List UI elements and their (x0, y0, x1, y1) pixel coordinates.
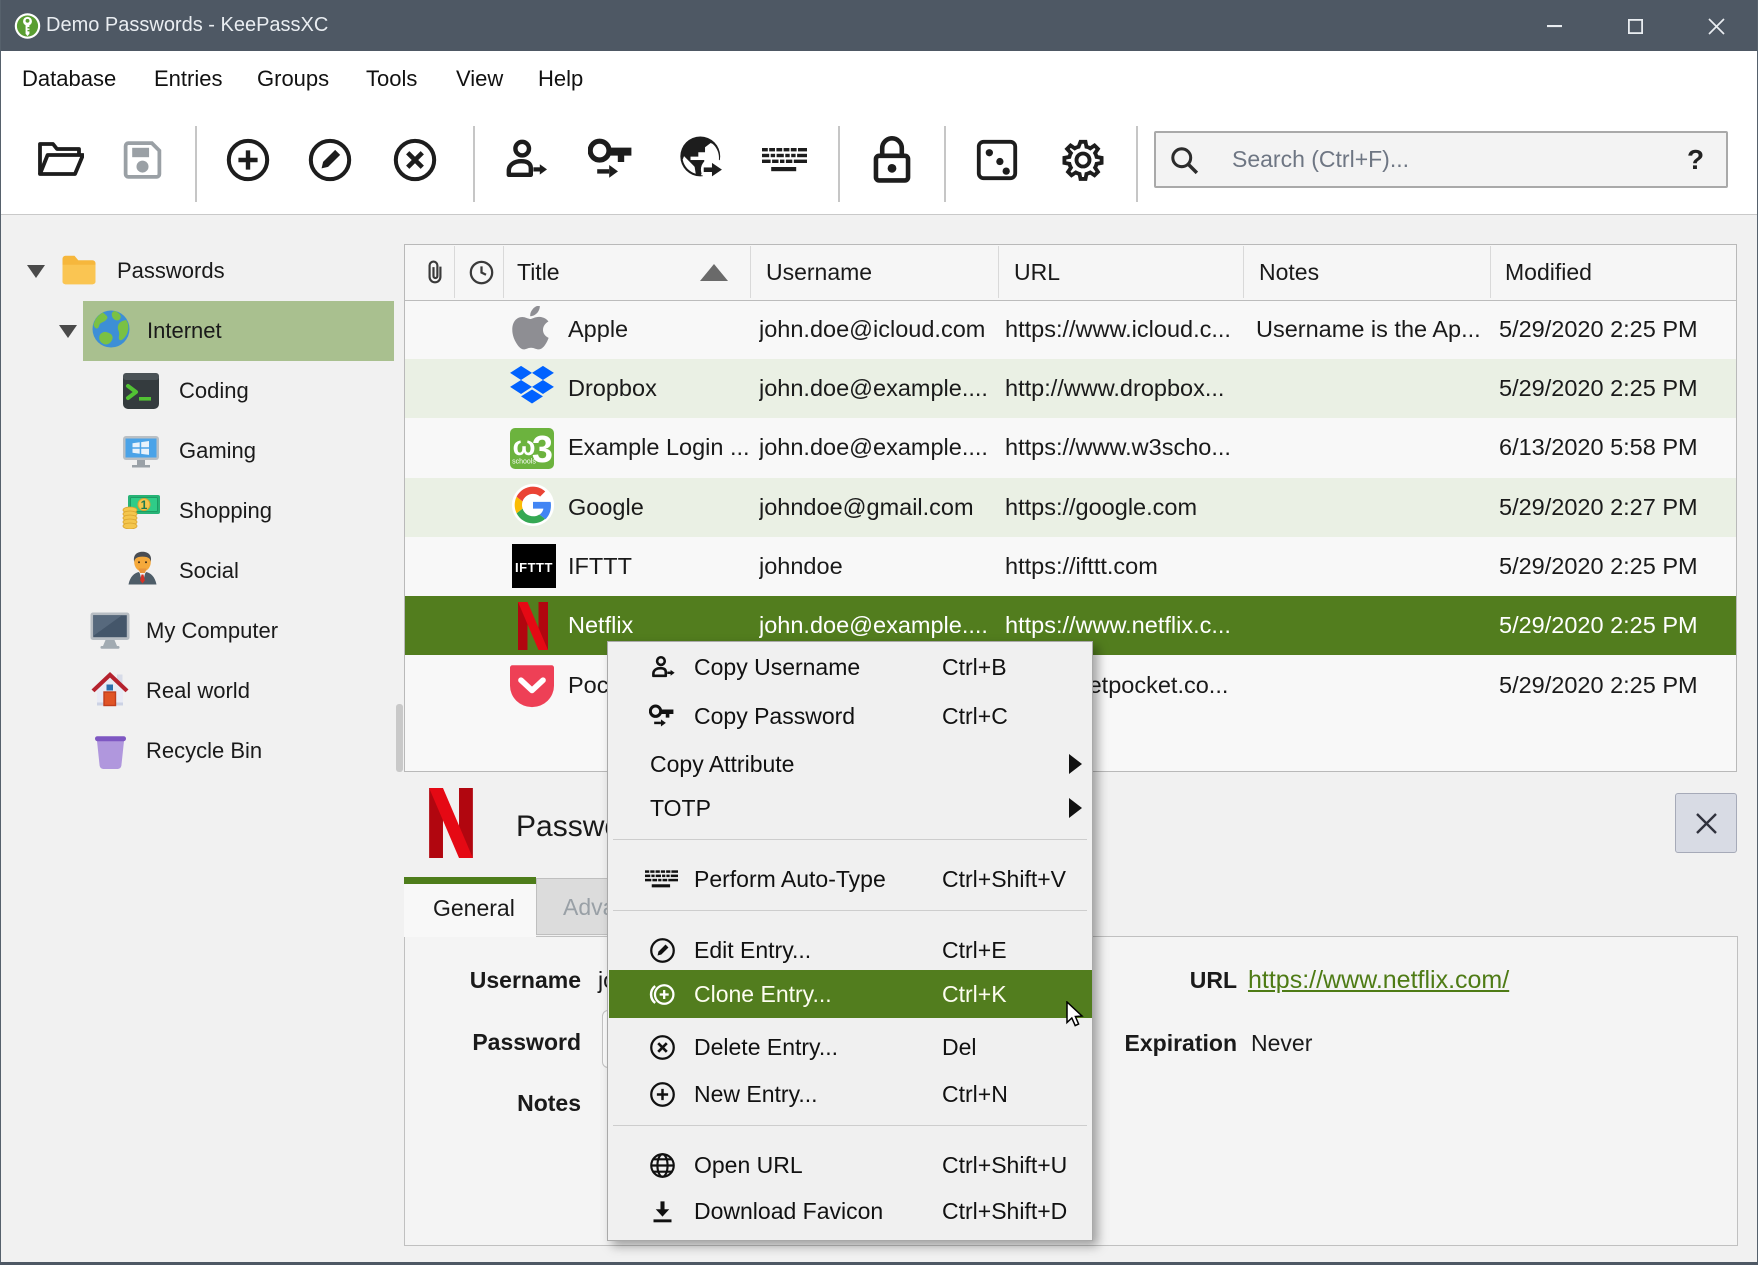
svg-text:schools: schools (512, 459, 536, 466)
svg-text:1: 1 (141, 498, 148, 512)
svg-text:IFTTT: IFTTT (515, 560, 553, 575)
